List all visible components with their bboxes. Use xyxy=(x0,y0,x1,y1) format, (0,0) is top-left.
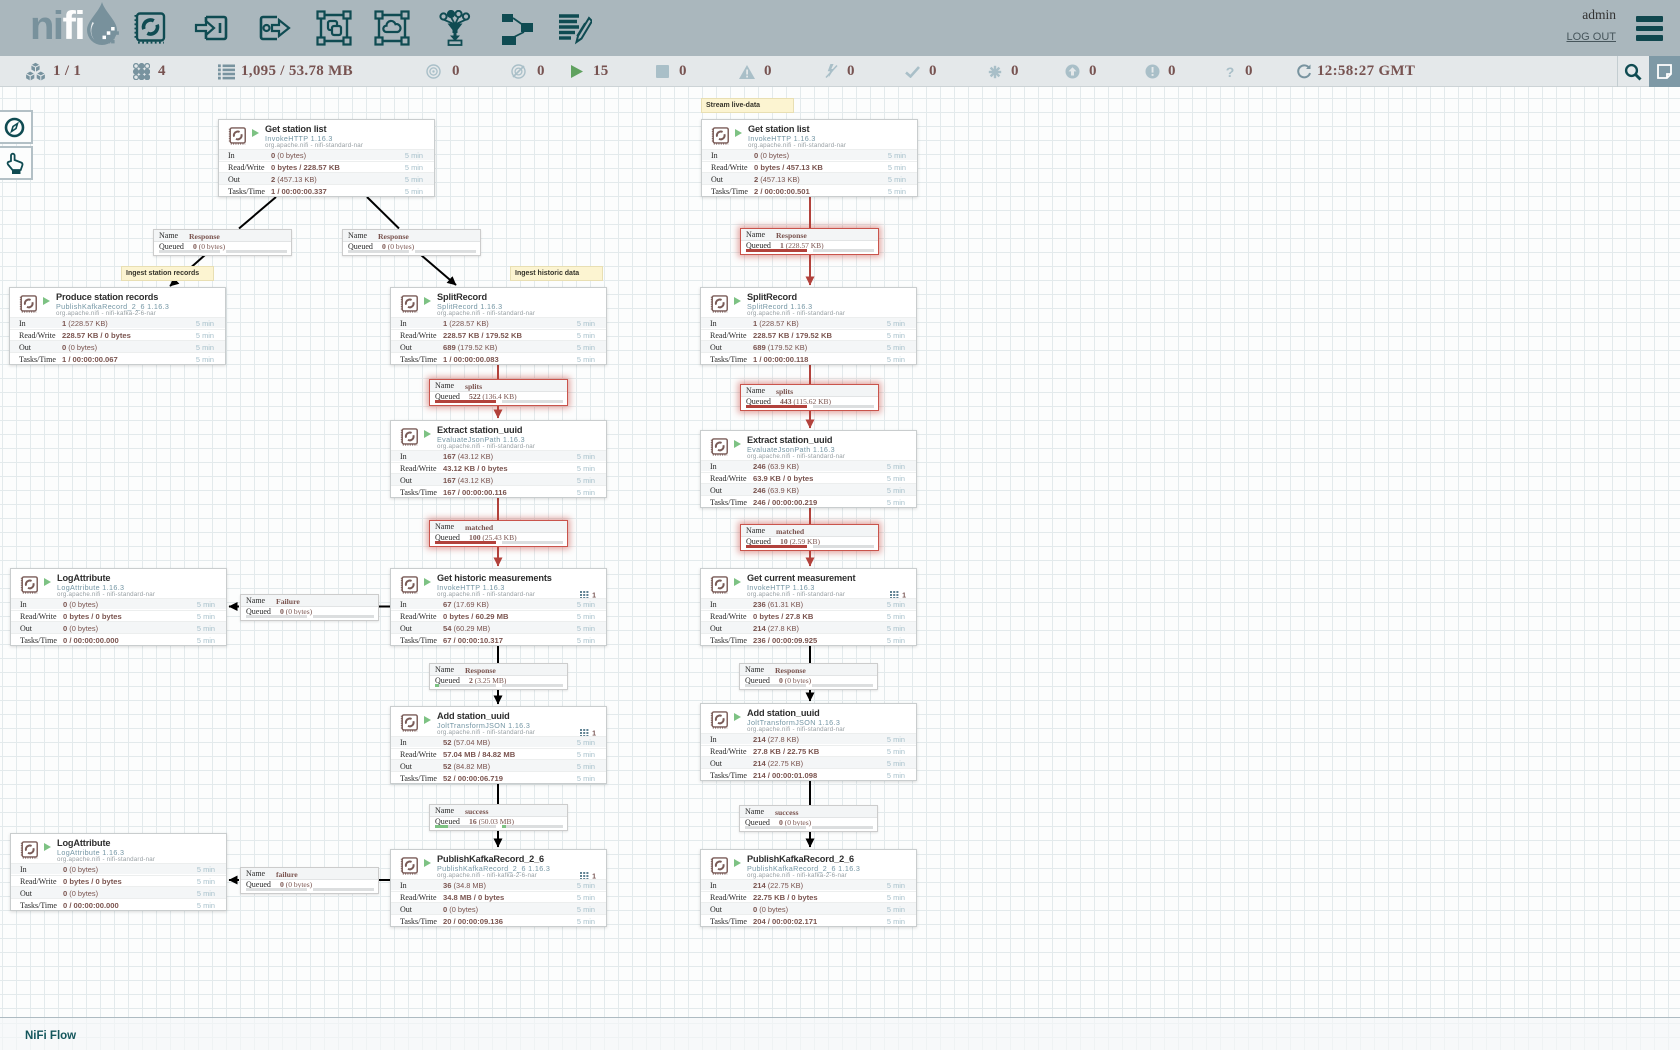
svg-text:?: ? xyxy=(1226,65,1235,79)
svg-text:nifi: nifi xyxy=(30,4,84,48)
